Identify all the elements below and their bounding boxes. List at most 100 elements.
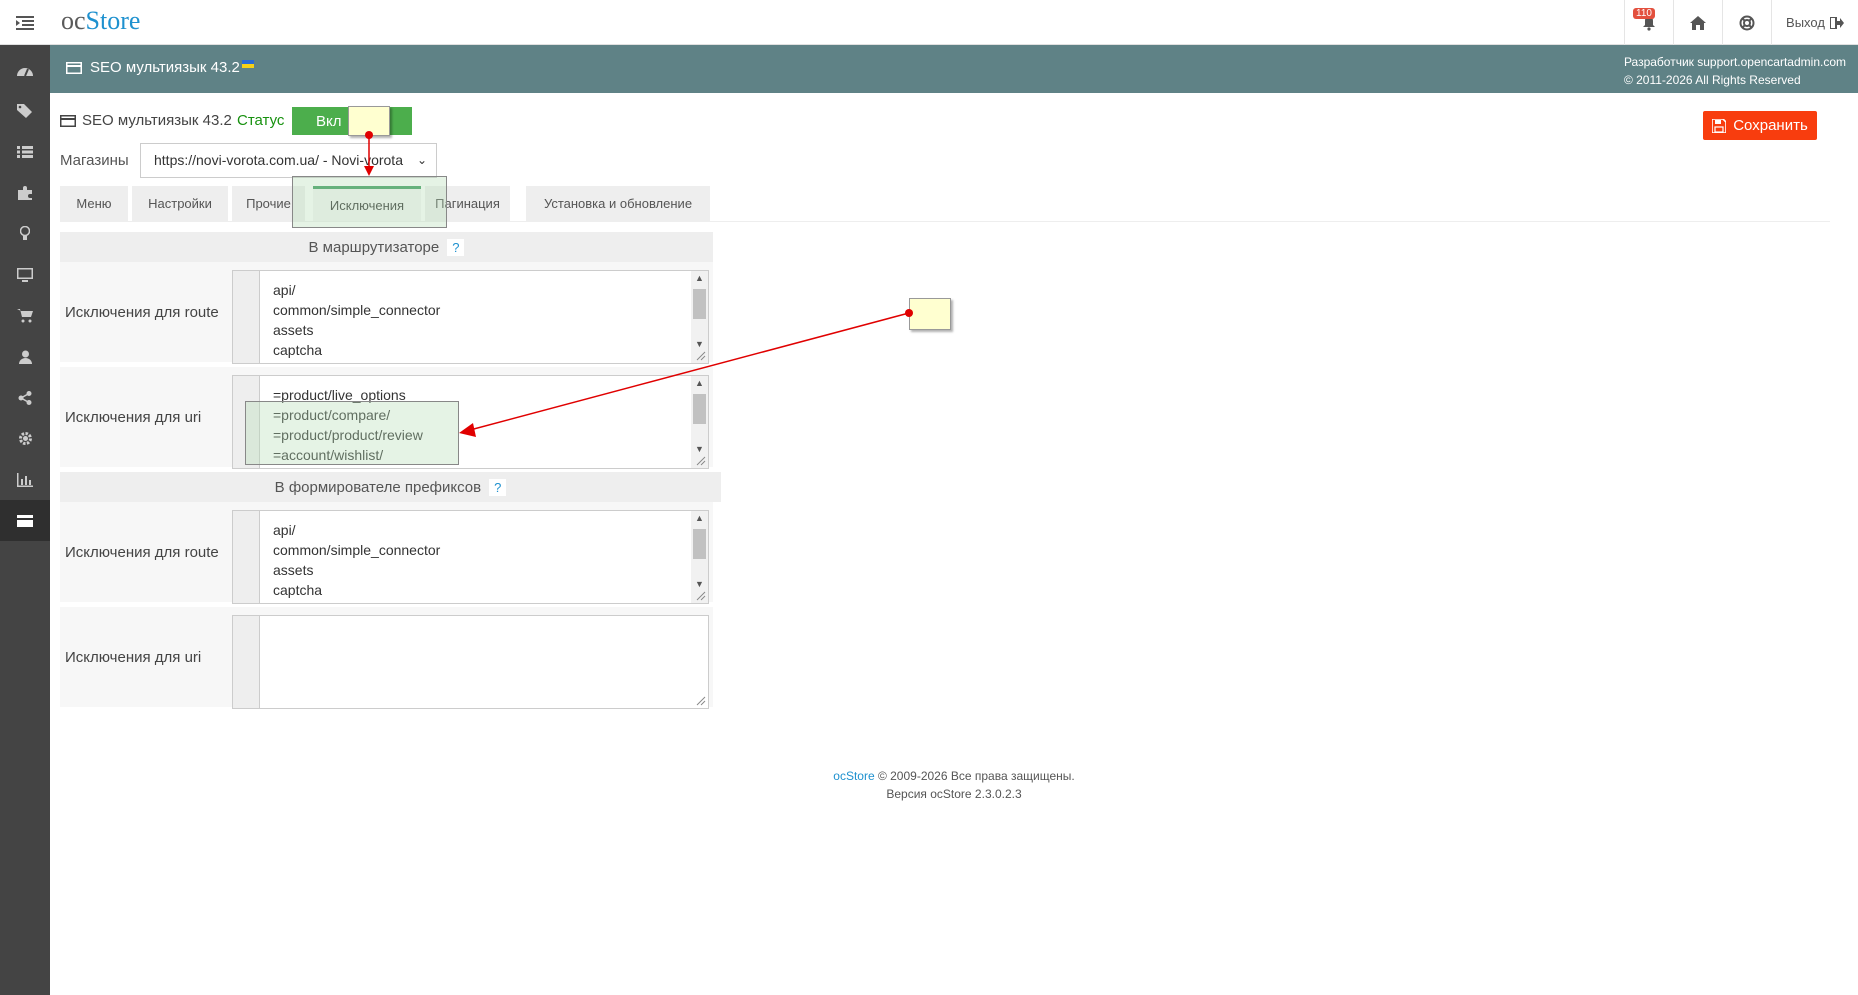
store-select-value: https://novi-vorota.com.ua/ - Novi-vorot…	[154, 152, 403, 168]
textarea-scrollbar[interactable]: ▲ ▼	[691, 511, 708, 603]
sidebar-item-display[interactable]	[0, 254, 50, 295]
notifications-button[interactable]: 110	[1624, 0, 1673, 45]
scroll-down-icon: ▼	[695, 339, 704, 349]
logout-label: Выход	[1786, 15, 1825, 30]
notification-count-badge: 110	[1633, 8, 1655, 19]
annotation-highlight	[245, 401, 459, 465]
scrollbar-thumb[interactable]	[693, 529, 706, 559]
router-route-textarea[interactable]: api/ common/simple_connector assets capt…	[232, 270, 709, 364]
credit-card-icon	[66, 61, 82, 74]
sign-out-icon	[1829, 16, 1844, 29]
tab-settings[interactable]: Настройки	[132, 186, 228, 221]
user-icon	[18, 350, 32, 364]
sidebar-item-catalog[interactable]	[0, 90, 50, 131]
prefix-uri-textarea[interactable]	[232, 615, 709, 709]
scroll-up-icon: ▲	[695, 378, 704, 388]
footer-copyright-line: ocStore © 2009-2026 Все права защищены.	[50, 767, 1858, 785]
section-router-header: В маршрутизаторе ?	[60, 232, 713, 262]
sidebar-item-lists[interactable]	[0, 131, 50, 172]
sidebar-item-sales[interactable]	[0, 295, 50, 336]
footer-brand-link[interactable]: ocStore	[833, 769, 874, 783]
logout-button[interactable]: Выход	[1771, 0, 1858, 45]
top-header: ocStore 110 Выход	[0, 0, 1858, 45]
sidebar-item-system[interactable]	[0, 418, 50, 459]
save-button[interactable]: Сохранить	[1703, 111, 1817, 140]
credit-card-icon	[60, 114, 76, 127]
sidebar-item-design[interactable]	[0, 213, 50, 254]
footer-copyright: © 2009-2026 Все права защищены.	[874, 769, 1075, 783]
resize-handle-icon[interactable]	[696, 456, 706, 466]
section-prefix-header: В формирователе префиксов ?	[60, 472, 721, 502]
scrollbar-thumb[interactable]	[693, 394, 706, 424]
banner-title: SEO мультиязык 43.2	[66, 59, 254, 76]
router-route-label: Исключения для route	[65, 303, 219, 321]
copyright-line: © 2011-2026 All Rights Reserved	[1623, 73, 1801, 87]
prefix-route-textarea[interactable]: api/ common/simple_connector assets capt…	[232, 510, 709, 604]
life-ring-icon	[1739, 15, 1755, 30]
store-select[interactable]: https://novi-vorota.com.ua/ - Novi-vorot…	[140, 143, 437, 178]
resize-handle-icon[interactable]	[696, 351, 706, 361]
chevron-down-icon: ⌄	[414, 144, 430, 177]
menu-toggle-button[interactable]	[0, 0, 50, 45]
sidebar-item-marketing[interactable]	[0, 377, 50, 418]
credit-card-icon	[17, 514, 33, 527]
cart-icon	[17, 308, 33, 322]
textarea-gutter	[233, 271, 260, 363]
textarea-content: api/ common/simple_connector assets capt…	[273, 282, 441, 358]
module-title-text: SEO мультиязык 43.2	[82, 112, 232, 129]
bar-chart-icon	[17, 472, 33, 487]
router-uri-label: Исключения для uri	[65, 408, 202, 426]
banner-title-text: SEO мультиязык 43.2	[90, 59, 240, 76]
share-icon	[18, 390, 32, 405]
sidebar-item-reports[interactable]	[0, 459, 50, 500]
section-router-title: В маршрутизаторе	[308, 238, 440, 256]
scroll-up-icon: ▲	[695, 513, 704, 523]
prefix-uri-row: Исключения для uri	[60, 607, 713, 709]
footer-version: Версия ocStore 2.3.0.2.3	[886, 787, 1022, 801]
status-label: Статус	[237, 112, 285, 129]
ukraine-flag-icon	[241, 59, 254, 68]
textarea-scrollbar[interactable]: ▲ ▼	[691, 376, 708, 468]
scroll-up-icon: ▲	[695, 273, 704, 283]
sidebar-item-extensions[interactable]	[0, 172, 50, 213]
textarea-gutter	[233, 511, 260, 603]
help-icon[interactable]: ?	[447, 238, 465, 256]
resize-handle-icon[interactable]	[696, 591, 706, 601]
tab-menu[interactable]: Меню	[60, 186, 128, 221]
tab-install-update[interactable]: Установка и обновление	[526, 186, 710, 221]
annotation-note	[348, 106, 390, 136]
sidebar-item-seo[interactable]	[0, 500, 50, 541]
logo[interactable]: ocStore	[61, 6, 140, 36]
sidebar-item-customers[interactable]	[0, 336, 50, 377]
save-label: Сохранить	[1733, 117, 1808, 134]
puzzle-icon	[17, 186, 32, 200]
prefix-route-label: Исключения для route	[65, 543, 219, 561]
scrollbar-thumb[interactable]	[693, 289, 706, 319]
home-button[interactable]	[1673, 0, 1722, 45]
tags-icon	[17, 103, 32, 118]
router-route-row: Исключения для route api/ common/simple_…	[60, 262, 713, 364]
developer-info: Разработчик support.opencartadmin.com © …	[1624, 53, 1846, 89]
footer: ocStore © 2009-2026 Все права защищены. …	[50, 767, 1858, 803]
textarea-gutter	[233, 616, 260, 708]
lightbulb-icon	[20, 226, 30, 240]
monitor-icon	[17, 267, 33, 282]
scroll-down-icon: ▼	[695, 444, 704, 454]
dashboard-icon	[17, 67, 33, 76]
sidebar-item-dashboard[interactable]	[0, 49, 50, 90]
home-icon	[1690, 15, 1706, 30]
module-title: SEO мультиязык 43.2	[60, 112, 232, 129]
help-icon[interactable]: ?	[489, 478, 507, 496]
support-button[interactable]	[1722, 0, 1771, 45]
menu-indent-icon	[16, 15, 34, 30]
textarea-scrollbar[interactable]: ▲ ▼	[691, 271, 708, 363]
annotation-note	[909, 298, 951, 330]
developer-line: Разработчик support.opencartadmin.com	[1623, 55, 1846, 69]
annotation-highlight	[292, 176, 447, 228]
gear-icon	[18, 432, 32, 445]
list-icon	[17, 145, 33, 158]
page-banner: SEO мультиязык 43.2 Разработчик support.…	[50, 45, 1858, 93]
resize-handle-icon[interactable]	[696, 696, 706, 706]
sidebar	[0, 45, 50, 995]
prefix-route-row: Исключения для route api/ common/simple_…	[60, 502, 713, 604]
